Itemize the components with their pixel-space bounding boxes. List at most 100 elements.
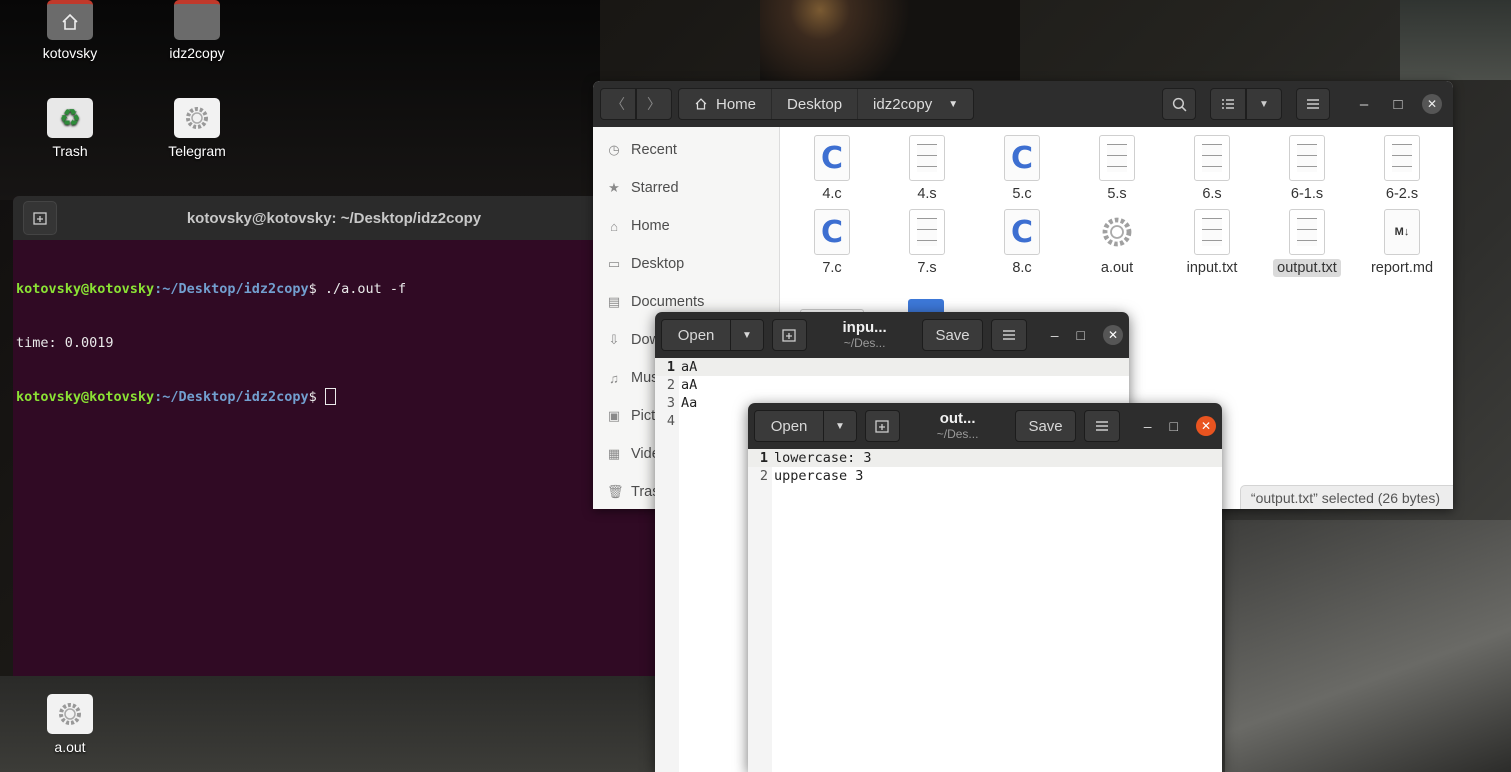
markdown-file-icon: M↓	[1384, 209, 1420, 255]
menu-button[interactable]	[991, 319, 1027, 351]
editor-headerbar[interactable]: Open ▼ inpu... ~/Des... Save – □ ✕	[655, 312, 1129, 358]
desktop-icon-telegram[interactable]: Telegram	[147, 98, 247, 159]
file-item[interactable]: 6.s	[1166, 129, 1258, 203]
maximize-icon: □	[1393, 95, 1403, 113]
terminal-output[interactable]: kotovsky@kotovsky:~/Desktop/idz2copy$ ./…	[13, 240, 655, 446]
file-item-selected[interactable]: output.txt	[1261, 203, 1353, 277]
text-file-icon	[909, 135, 945, 181]
sidebar-item-starred[interactable]: ★ Starred	[593, 169, 779, 207]
download-icon: ⇩	[608, 332, 620, 347]
open-dropdown-button[interactable]: ▼	[731, 320, 763, 350]
file-item[interactable]: 6-1.s	[1261, 129, 1353, 203]
line-text: lowercase: 3	[774, 450, 872, 466]
line-text: aA	[681, 377, 698, 393]
file-item[interactable]: 6-2.s	[1356, 129, 1448, 203]
file-item[interactable]: C 4.c	[786, 129, 878, 203]
desktop-icon-label: Telegram	[168, 143, 226, 159]
new-document-icon	[875, 420, 890, 433]
minimize-button[interactable]: –	[1144, 418, 1152, 434]
breadcrumb-label: Home	[716, 95, 757, 113]
view-list-button[interactable]	[1210, 88, 1246, 120]
list-view-icon	[1222, 99, 1234, 109]
open-button[interactable]: Open	[755, 411, 825, 441]
terminal-titlebar[interactable]: kotovsky@kotovsky: ~/Desktop/idz2copy	[13, 196, 655, 240]
hamburger-icon	[1307, 99, 1319, 109]
minimize-button[interactable]: –	[1051, 327, 1059, 343]
terminal-title: kotovsky@kotovsky: ~/Desktop/idz2copy	[186, 209, 482, 227]
file-item[interactable]: 7.s	[881, 203, 973, 277]
minimize-button[interactable]: –	[1350, 90, 1378, 118]
line-number: 4	[666, 413, 675, 429]
search-icon	[1172, 97, 1186, 111]
forward-button[interactable]: 〉	[636, 88, 672, 120]
line-number: 2	[666, 377, 675, 393]
file-item[interactable]: a.out	[1071, 203, 1163, 277]
file-name: 7.c	[822, 260, 842, 276]
sidebar-item-home[interactable]: ⌂ Home	[593, 207, 779, 245]
prompt-symbol: $	[308, 389, 325, 405]
file-name: 6-2.s	[1385, 186, 1419, 202]
desktop-icon-a-out[interactable]: a.out	[20, 694, 120, 755]
chevron-left-icon: 〈	[611, 96, 625, 112]
maximize-button[interactable]: □	[1170, 418, 1178, 434]
maximize-button[interactable]: □	[1384, 90, 1412, 118]
menu-button[interactable]	[1084, 410, 1120, 442]
breadcrumb-desktop[interactable]: Desktop	[772, 89, 859, 119]
editor-line: 1 lowercase: 3	[748, 449, 1222, 467]
file-manager-headerbar[interactable]: 〈 〉 Home Desktop idz2copy ▼ ▼ – □ ✕	[593, 81, 1453, 127]
wallpaper-region	[1225, 520, 1511, 772]
new-tab-button[interactable]	[864, 410, 901, 442]
file-item[interactable]: C 7.c	[786, 203, 878, 277]
sidebar-item-recent[interactable]: ◷ Recent	[593, 131, 779, 169]
open-button[interactable]: Open	[662, 320, 732, 350]
trash-icon: 🗑	[607, 484, 624, 499]
document-name: inpu...	[842, 319, 887, 337]
new-tab-button[interactable]	[771, 319, 808, 351]
file-item[interactable]: 4.s	[881, 129, 973, 203]
status-bar: “output.txt” selected (26 bytes)	[1239, 485, 1453, 509]
document-title: inpu... ~/Des...	[815, 320, 914, 350]
star-icon: ★	[608, 180, 620, 195]
search-button[interactable]	[1162, 88, 1196, 120]
prompt-path: :~/Desktop/idz2copy	[154, 281, 309, 297]
file-item[interactable]: M↓ report.md	[1356, 203, 1448, 277]
editor-text-area[interactable]: 1 lowercase: 3 2 uppercase 3	[748, 449, 1222, 772]
editor-headerbar[interactable]: Open ▼ out... ~/Des... Save – □ ✕	[748, 403, 1222, 449]
trash-icon: ♻	[47, 98, 93, 138]
c-source-file-icon: C	[814, 209, 850, 255]
desktop-icon-idz2copy[interactable]: idz2copy	[147, 0, 247, 61]
close-button[interactable]: ✕	[1103, 325, 1123, 345]
document-icon: ▤	[607, 294, 621, 309]
new-tab-button[interactable]	[23, 201, 57, 235]
view-options-button[interactable]: ▼	[1246, 88, 1282, 120]
file-item[interactable]: input.txt	[1166, 203, 1258, 277]
chevron-right-icon: 〉	[647, 96, 661, 112]
maximize-button[interactable]: □	[1077, 327, 1085, 343]
sidebar-item-desktop[interactable]: ▭ Desktop	[593, 245, 779, 283]
open-dropdown-button[interactable]: ▼	[824, 411, 856, 441]
editor-line: 1 aA	[655, 358, 1129, 376]
save-button[interactable]: Save	[921, 319, 984, 351]
document-path: ~/Des...	[843, 335, 886, 350]
save-button[interactable]: Save	[1014, 410, 1077, 442]
file-name: 7.s	[917, 260, 937, 276]
breadcrumb-idz2copy[interactable]: idz2copy ▼	[858, 89, 973, 119]
text-editor-output-window[interactable]: Open ▼ out... ~/Des... Save – □ ✕ 1 lower…	[748, 403, 1222, 772]
file-item[interactable]: 5.s	[1071, 129, 1163, 203]
file-item[interactable]: C 8.c	[976, 203, 1068, 277]
close-button[interactable]: ✕	[1418, 90, 1446, 118]
command-output: time: 0.0019	[16, 335, 114, 351]
chevron-down-icon: ▼	[741, 329, 752, 341]
terminal-window[interactable]: kotovsky@kotovsky: ~/Desktop/idz2copy ko…	[13, 196, 655, 676]
back-button[interactable]: 〈	[600, 88, 636, 120]
breadcrumb-home[interactable]: Home	[679, 89, 773, 119]
prompt-symbol: $	[308, 281, 325, 297]
desktop-icon-kotovsky[interactable]: kotovsky	[20, 0, 120, 61]
desktop-icon-trash[interactable]: ♻ Trash	[20, 98, 120, 159]
close-button[interactable]: ✕	[1196, 416, 1216, 436]
c-source-file-icon: C	[1004, 209, 1040, 255]
menu-button[interactable]	[1296, 88, 1330, 120]
file-item[interactable]: C 5.c	[976, 129, 1068, 203]
file-name: 4.c	[822, 186, 842, 202]
open-button-group: Open ▼	[661, 319, 764, 351]
